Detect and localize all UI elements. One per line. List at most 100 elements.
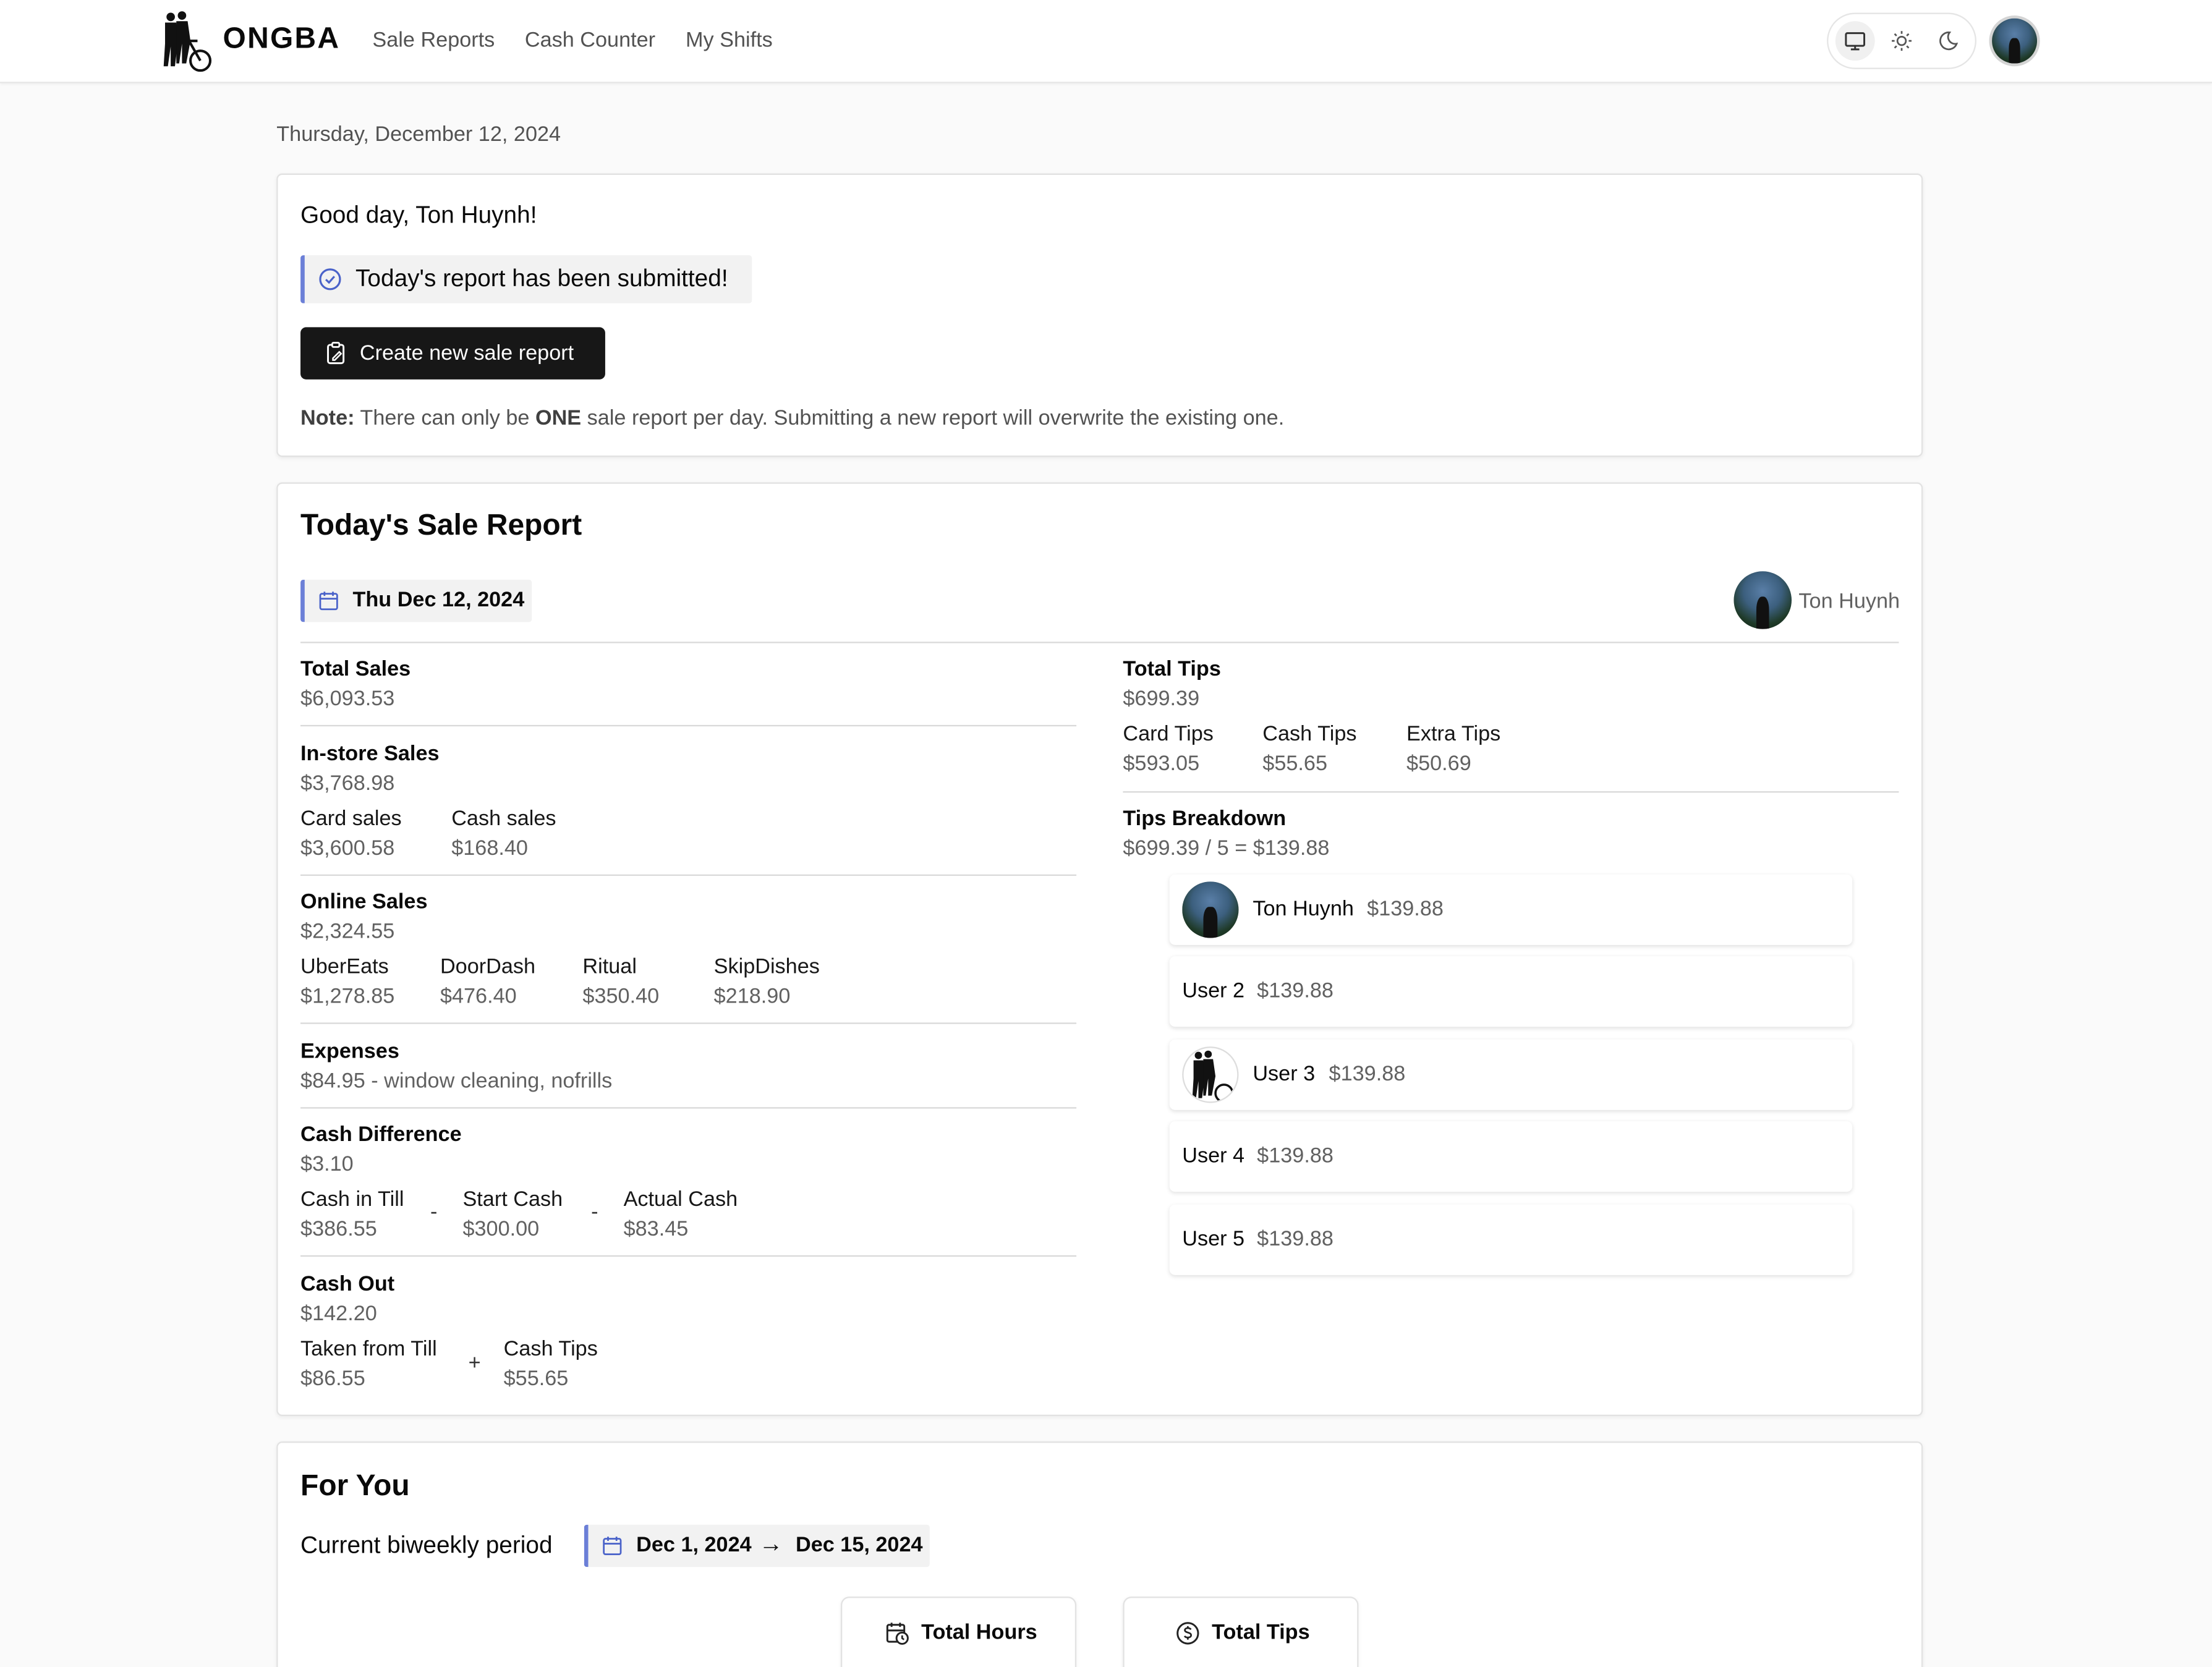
nav-my-shifts[interactable]: My Shifts [686, 28, 773, 53]
alert-text: Today's report has been submitted! [355, 265, 728, 292]
tip-user-amount: $139.88 [1367, 897, 1444, 922]
tip-user-amount: $139.88 [1257, 1143, 1334, 1168]
expenses-label: Expenses [300, 1039, 399, 1064]
theme-switcher [1827, 12, 1976, 69]
cash-sales-value: $168.40 [451, 836, 528, 860]
ritual-label: Ritual [582, 954, 637, 979]
card-tips-value: $593.05 [1123, 752, 1200, 776]
create-button-label: Create new sale report [359, 341, 574, 366]
ritual-value: $350.40 [582, 984, 660, 1009]
instore-sales-value: $3,768.98 [300, 771, 395, 795]
calendar-icon [603, 1537, 622, 1556]
user-avatar-button[interactable] [1989, 15, 2040, 67]
calendar-icon [319, 592, 338, 611]
report-author-avatar [1733, 571, 1792, 629]
for-you-title: For You [300, 1469, 410, 1503]
total-hours-title: Total Hours [921, 1620, 1037, 1645]
submitted-alert: Today's report has been submitted! [300, 255, 752, 303]
tip-row: User 3 $139.88 [1169, 1039, 1853, 1110]
extra-tips-label: Extra Tips [1406, 722, 1501, 747]
report-author-name: Ton Huynh [1798, 589, 1900, 614]
period-date-chip: Dec 1, 2024 → Dec 15, 2024 [584, 1524, 930, 1567]
clipboard-edit-icon [327, 342, 345, 365]
arrow-right-icon: → [759, 1530, 783, 1558]
biweekly-period-label: Current biweekly period [300, 1532, 553, 1559]
online-sales-value: $2,324.55 [300, 919, 395, 944]
note-part1: There can only be [360, 406, 530, 430]
check-circle-icon [319, 268, 341, 291]
total-tips-label: Total Tips [1123, 657, 1221, 682]
doordash-value: $476.40 [440, 984, 517, 1009]
system-theme-button[interactable] [1835, 21, 1875, 61]
cash-difference-label: Cash Difference [300, 1122, 462, 1147]
report-date-chip: Thu Dec 12, 2024 [300, 579, 532, 622]
total-hours-card[interactable]: Total Hours [841, 1597, 1077, 1667]
cash-difference-value: $3.10 [300, 1152, 354, 1177]
period-start: Dec 1, 2024 [636, 1533, 752, 1558]
tips-breakdown-label: Tips Breakdown [1123, 807, 1287, 831]
nav-sale-reports[interactable]: Sale Reports [372, 28, 495, 53]
divider [300, 724, 1077, 727]
tips-breakdown-formula: $699.39 / 5 = $139.88 [1123, 836, 1330, 860]
instore-sales-label: In-store Sales [300, 742, 440, 766]
taken-from-till-label: Taken from Till [300, 1337, 437, 1362]
report-header-divider [300, 642, 1899, 643]
tip-row: Ton Huynh $139.88 [1169, 874, 1853, 945]
card-sales-label: Card sales [300, 807, 402, 831]
start-cash-label: Start Cash [462, 1187, 563, 1212]
divider [300, 1107, 1077, 1109]
actual-cash-label: Actual Cash [623, 1187, 738, 1212]
tip-row: User 2 $139.88 [1169, 956, 1853, 1027]
monitor-icon [1845, 32, 1866, 51]
online-sales-label: Online Sales [300, 889, 428, 914]
report-date: Thu Dec 12, 2024 [352, 588, 525, 613]
divider [300, 874, 1077, 876]
note-emphasis: ONE [535, 406, 582, 430]
tip-user-amount: $139.88 [1257, 1227, 1334, 1252]
tip-user-name: Ton Huynh [1253, 897, 1354, 922]
current-date: Thursday, December 12, 2024 [276, 122, 561, 147]
note-part2: sale report per day. Submitting a new re… [587, 406, 1285, 430]
divider [300, 1022, 1077, 1024]
tip-user-amount: $139.88 [1329, 1062, 1406, 1087]
sale-report-card [276, 482, 1923, 1417]
cash-tips-label: Cash Tips [1262, 722, 1357, 747]
dollar-circle-icon [1176, 1622, 1199, 1645]
total-tips-value: $699.39 [1123, 687, 1200, 711]
cash-out-value: $142.20 [300, 1302, 377, 1326]
period-end: Dec 15, 2024 [795, 1533, 923, 1558]
card-sales-value: $3,600.58 [300, 836, 395, 860]
calendar-clock-icon [886, 1622, 909, 1645]
actual-cash-value: $83.45 [623, 1217, 689, 1242]
greeting-text: Good day, Ton Huynh! [300, 201, 537, 229]
total-tips-title: Total Tips [1212, 1620, 1310, 1645]
note-label: Note: [300, 406, 355, 430]
sale-report-title: Today's Sale Report [300, 509, 582, 542]
minus-operator: - [430, 1200, 438, 1224]
cash-sales-label: Cash sales [451, 807, 556, 831]
moon-icon [1939, 32, 1959, 51]
start-cash-value: $300.00 [462, 1217, 540, 1242]
nav-cash-counter[interactable]: Cash Counter [525, 28, 655, 53]
ubereats-value: $1,278.85 [300, 984, 395, 1009]
brand-name[interactable]: ONGBA [223, 23, 341, 57]
divider [1123, 791, 1899, 793]
cash-out-tips-label: Cash Tips [503, 1337, 598, 1362]
sun-icon [1892, 31, 1912, 51]
create-sale-report-button[interactable]: Create new sale report [300, 327, 605, 380]
light-theme-button[interactable] [1882, 21, 1921, 61]
card-tips-label: Card Tips [1123, 722, 1214, 747]
skipdishes-label: SkipDishes [713, 954, 820, 979]
ongba-logo-icon[interactable] [158, 10, 215, 72]
doordash-label: DoorDash [440, 954, 536, 979]
tip-user-name: User 4 [1182, 1143, 1245, 1168]
user-silhouette-avatar [1182, 1046, 1239, 1103]
total-sales-label: Total Sales [300, 657, 411, 682]
expenses-value: $84.95 - window cleaning, nofrills [300, 1069, 613, 1093]
cash-out-label: Cash Out [300, 1272, 395, 1297]
note-text: Note: There can only be ONE sale report … [300, 406, 1284, 430]
taken-from-till-value: $86.55 [300, 1367, 365, 1391]
dark-theme-button[interactable] [1928, 21, 1968, 61]
cash-in-till-label: Cash in Till [300, 1187, 404, 1212]
total-tips-card[interactable]: Total Tips [1123, 1597, 1359, 1667]
